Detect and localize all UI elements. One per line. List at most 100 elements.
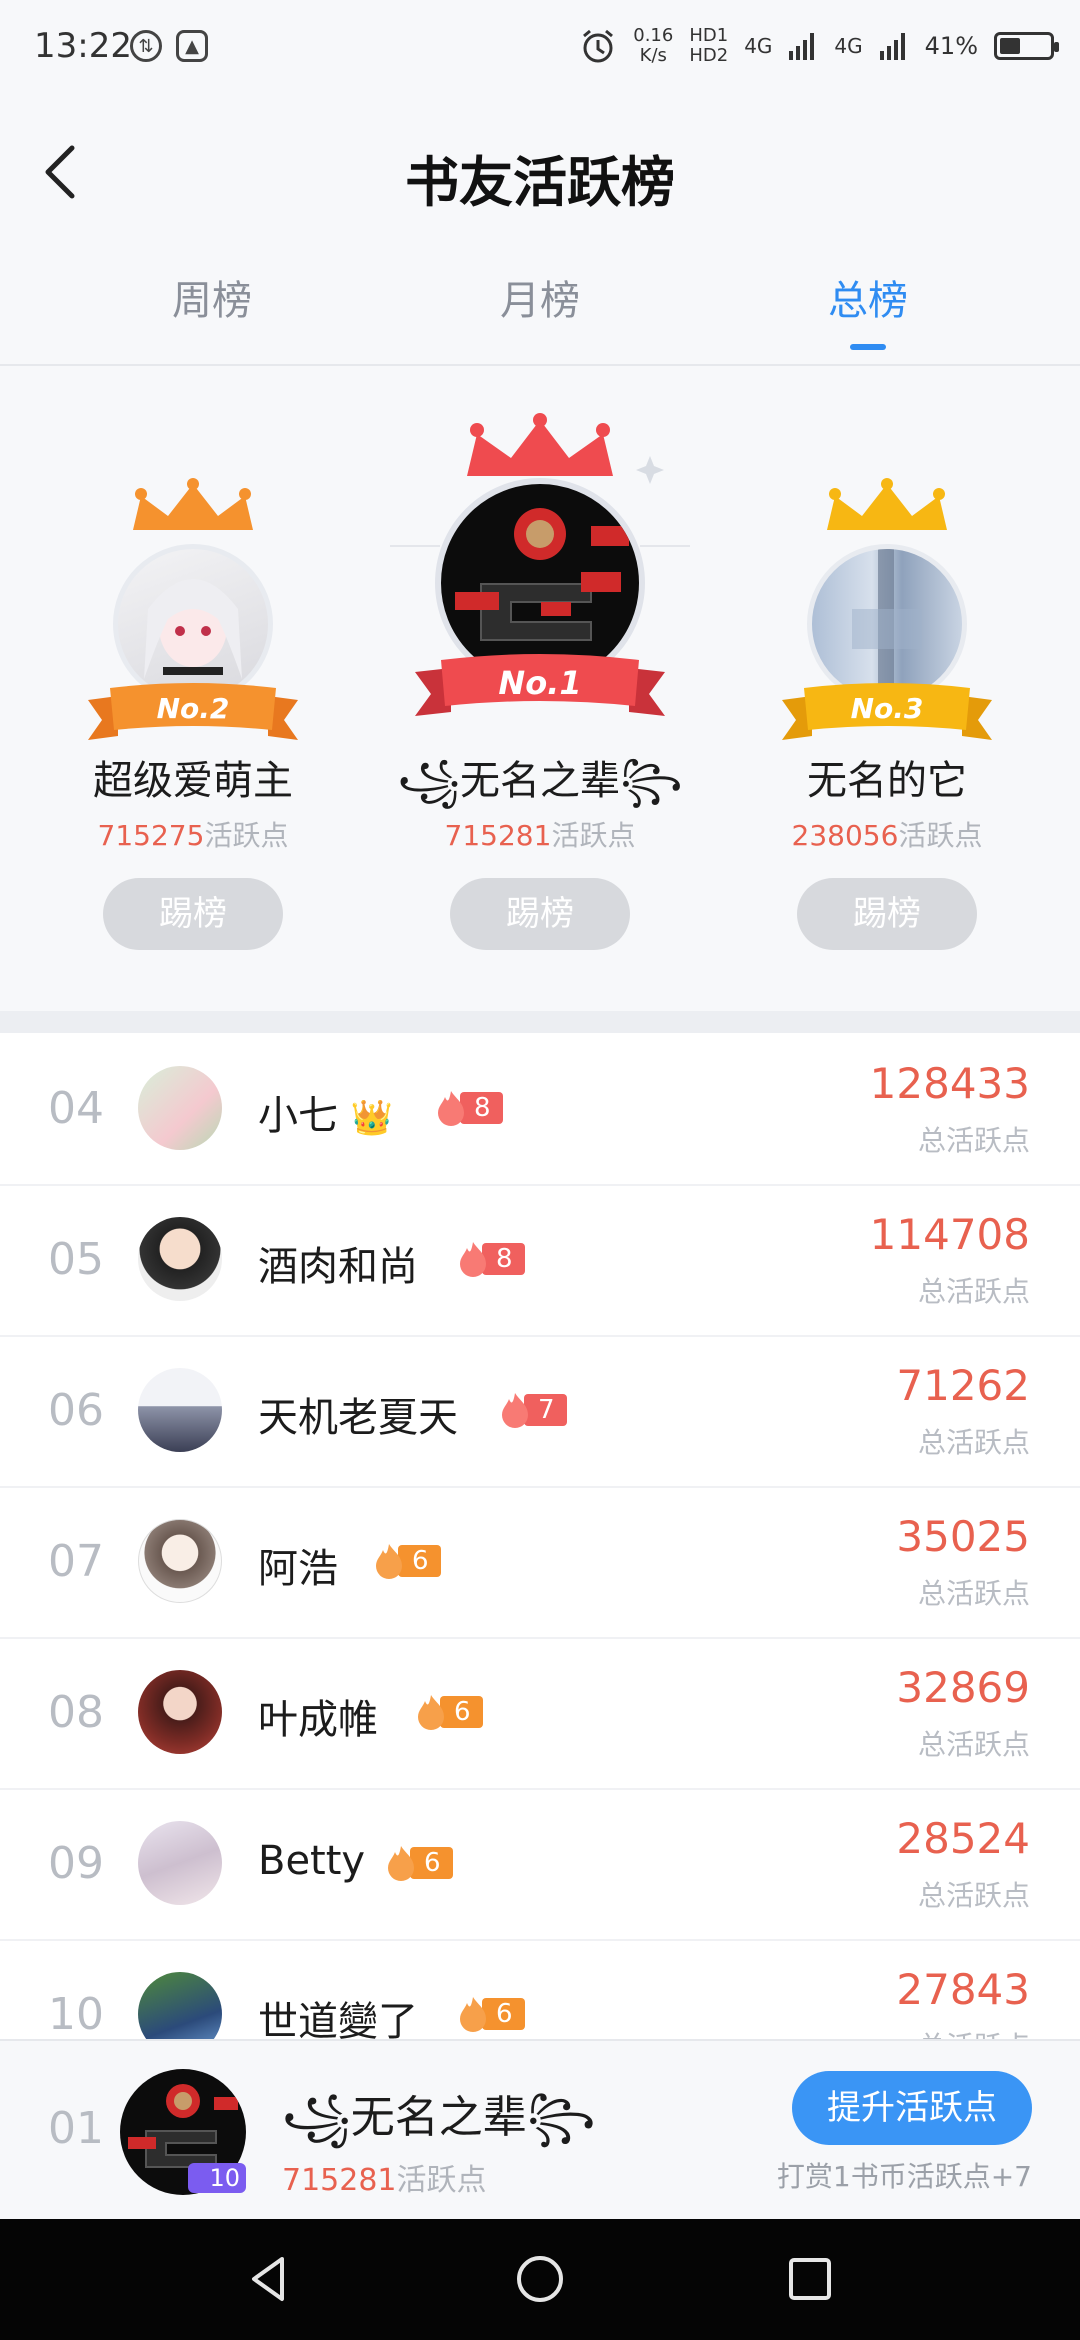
blurred-photo-avatar [852, 549, 922, 699]
header: 书友活跃榜 [0, 100, 1080, 240]
level-badge: 6 [454, 1995, 525, 2033]
row-rank: 10 [48, 1989, 104, 2039]
signal-1-icon [789, 33, 815, 60]
tab-weekly[interactable]: 周榜 [112, 268, 312, 326]
list-row[interactable]: 05 酒肉和尚 8 114708 总活跃点 [0, 1184, 1080, 1337]
net-speed-value: 0.16 [633, 25, 674, 46]
kick-button-second[interactable]: 踢榜 [103, 878, 283, 950]
row-score: 28524 [896, 1814, 1030, 1863]
rank-ribbon-third: No.3 [782, 683, 992, 740]
level-badge: 6 [412, 1693, 483, 1731]
net-speed: 0.16 K/s [633, 26, 673, 66]
row-name: 世道變了 [258, 1999, 418, 2039]
avatar[interactable] [138, 1821, 222, 1905]
avatar[interactable] [138, 1368, 222, 1452]
tab-active-indicator [850, 344, 886, 350]
anime-girl-avatar [144, 579, 242, 679]
avatar[interactable] [138, 1519, 222, 1603]
crown-orange-icon [133, 478, 253, 530]
kick-button-first[interactable]: 踢榜 [450, 878, 630, 950]
row-score-label: 总活跃点 [917, 1426, 1030, 1459]
row-rank: 04 [48, 1083, 104, 1134]
kick-button-third[interactable]: 踢榜 [797, 878, 977, 950]
level-badge: 8 [454, 1240, 525, 1278]
row-name: 小七 👑 [258, 1083, 393, 1141]
tab-total[interactable]: 总榜 [768, 268, 968, 326]
podium-name-second: 超级爱萌主 [93, 758, 293, 804]
list-row[interactable]: 08 叶成帷 6 32869 总活跃点 [0, 1637, 1080, 1790]
my-rank: 01 [48, 2103, 104, 2154]
hd-indicator: HD1 HD2 [689, 26, 728, 66]
list-row[interactable]: 06 天机老夏天 7 71262 总活跃点 [0, 1335, 1080, 1488]
hd2-label: HD2 [689, 45, 729, 66]
battery-tip [1054, 42, 1059, 52]
avatar[interactable] [138, 1972, 222, 2039]
system-nav-bar [0, 2219, 1080, 2340]
row-score-label: 总活跃点 [917, 1275, 1030, 1308]
net-speed-unit: K/s [639, 45, 667, 66]
avatar[interactable] [138, 1217, 222, 1301]
status-bar: 13:22 ⇅ ▲ 0.16 K/s HD1 HD2 4G 4G 41% [0, 0, 1080, 100]
podium-points-suffix-first: 活跃点 [551, 819, 636, 852]
battery-icon [994, 32, 1059, 60]
rank-list[interactable]: 04 小七 👑 8 128433 总活跃点 05 酒肉和尚 8 114708 总… [0, 1033, 1080, 2039]
rank-ribbon-first: No.1 [415, 654, 665, 716]
podium-points-value-second: 715275 [97, 819, 205, 852]
my-points: 715281活跃点 [282, 2155, 487, 2199]
row-score: 114708 [869, 1210, 1030, 1259]
signal-1-label: 4G [744, 34, 773, 58]
rank-label-second: No.2 [157, 692, 230, 725]
page-title: 书友活跃榜 [405, 150, 675, 214]
level-badge: 6 [370, 1542, 441, 1580]
nav-back-icon[interactable] [240, 2249, 300, 2309]
tab-monthly[interactable]: 月榜 [440, 268, 640, 326]
podium-points-second: 715275活跃点 [23, 814, 363, 854]
level-badge: 7 [496, 1391, 567, 1429]
list-row[interactable]: 07 阿浩 6 35025 总活跃点 [0, 1486, 1080, 1639]
podium-points-first: 715281活跃点 [370, 814, 710, 854]
flame-icon [418, 1695, 444, 1730]
rank-label-first: No.1 [498, 664, 581, 702]
flame-icon [376, 1544, 402, 1579]
row-score-label: 总活跃点 [917, 1577, 1030, 1610]
flame-icon [438, 1091, 464, 1126]
battery-fill [1000, 38, 1020, 54]
status-notification-icons: ⇅ ▲ [130, 30, 208, 62]
list-row[interactable]: 10 世道變了 6 27843 总活跃点 [0, 1939, 1080, 2039]
boost-activity-button[interactable]: 提升活跃点 [792, 2071, 1032, 2145]
flame-icon [388, 1846, 414, 1881]
row-score-label: 总活跃点 [918, 2025, 1030, 2039]
row-name: 阿浩 [258, 1546, 338, 1592]
row-rank: 06 [48, 1385, 104, 1436]
row-rank: 09 [48, 1838, 104, 1889]
row-name-text: 小七 [258, 1093, 338, 1139]
list-row[interactable]: 09 Betty 6 28524 总活跃点 [0, 1788, 1080, 1941]
row-score: 27843 [896, 1965, 1030, 2014]
podium-points-value-third: 238056 [791, 819, 899, 852]
row-score: 128433 [869, 1059, 1030, 1108]
podium: No.2 超级爱萌主 715275活跃点 踢榜 No.1 ꧁无名之辈꧂ 7152… [0, 366, 1080, 1011]
data-sync-icon: ⇅ [130, 30, 162, 62]
podium-points-third: 238056活跃点 [717, 814, 1057, 854]
avatar[interactable] [138, 1670, 222, 1754]
podium-points-suffix-second: 活跃点 [204, 819, 289, 852]
list-row[interactable]: 04 小七 👑 8 128433 总活跃点 [0, 1033, 1080, 1186]
row-score: 71262 [896, 1361, 1030, 1410]
row-name: 天机老夏天 [258, 1395, 458, 1441]
row-score-label: 总活跃点 [917, 1879, 1030, 1912]
signal-2-icon [879, 33, 905, 60]
row-rank: 07 [48, 1536, 104, 1587]
rank-ribbon-second: No.2 [88, 683, 298, 740]
nav-recent-icon[interactable] [780, 2249, 840, 2309]
row-rank: 05 [48, 1234, 104, 1285]
row-name: Betty [258, 1838, 366, 1884]
my-points-suffix: 活跃点 [396, 2163, 487, 2198]
status-time: 13:22 [34, 26, 132, 66]
avatar[interactable] [138, 1066, 222, 1150]
flame-icon [460, 1997, 486, 2032]
podium-points-suffix-third: 活跃点 [898, 819, 983, 852]
hd1-label: HD1 [689, 25, 729, 46]
my-rank-bar: 01 10 ꧁无名之辈꧂ 715281活跃点 提升活跃点 打赏1书币活跃点+7 [0, 2039, 1080, 2221]
nav-home-icon[interactable] [510, 2249, 570, 2309]
row-score: 32869 [896, 1663, 1030, 1712]
